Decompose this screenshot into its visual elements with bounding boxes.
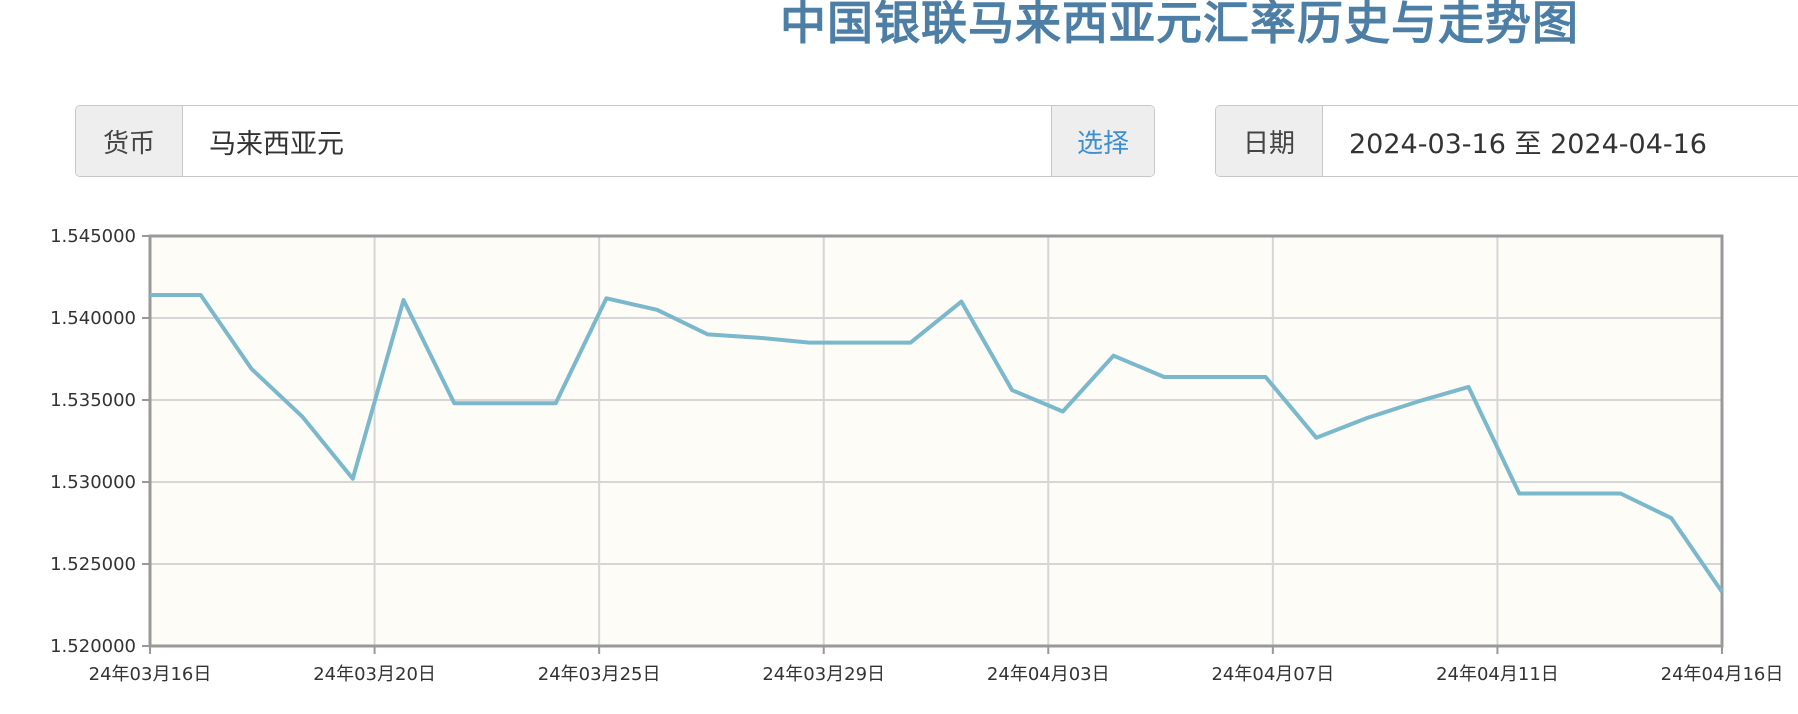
y-tick-label: 1.540000 xyxy=(50,308,136,329)
x-tick-label: 24年04月16日 xyxy=(1661,664,1784,685)
x-tick-label: 24年03月25日 xyxy=(538,664,661,685)
x-tick-label: 24年03月20日 xyxy=(313,664,436,685)
y-tick-label: 1.520000 xyxy=(50,636,136,657)
y-tick-label: 1.535000 xyxy=(50,390,136,411)
plot-background xyxy=(150,236,1722,646)
x-tick-label: 24年04月11日 xyxy=(1436,664,1559,685)
y-tick-label: 1.525000 xyxy=(50,554,136,575)
x-tick-label: 24年04月07日 xyxy=(1211,664,1334,685)
x-tick-label: 24年04月03日 xyxy=(987,664,1110,685)
x-tick-label: 24年03月16日 xyxy=(89,664,212,685)
y-tick-label: 1.545000 xyxy=(50,226,136,247)
y-tick-label: 1.530000 xyxy=(50,472,136,493)
exchange-rate-chart: 1.545000 1.540000 1.535000 1.530000 1.525000… xyxy=(50,226,1784,685)
x-tick-label: 24年03月29日 xyxy=(762,664,885,685)
